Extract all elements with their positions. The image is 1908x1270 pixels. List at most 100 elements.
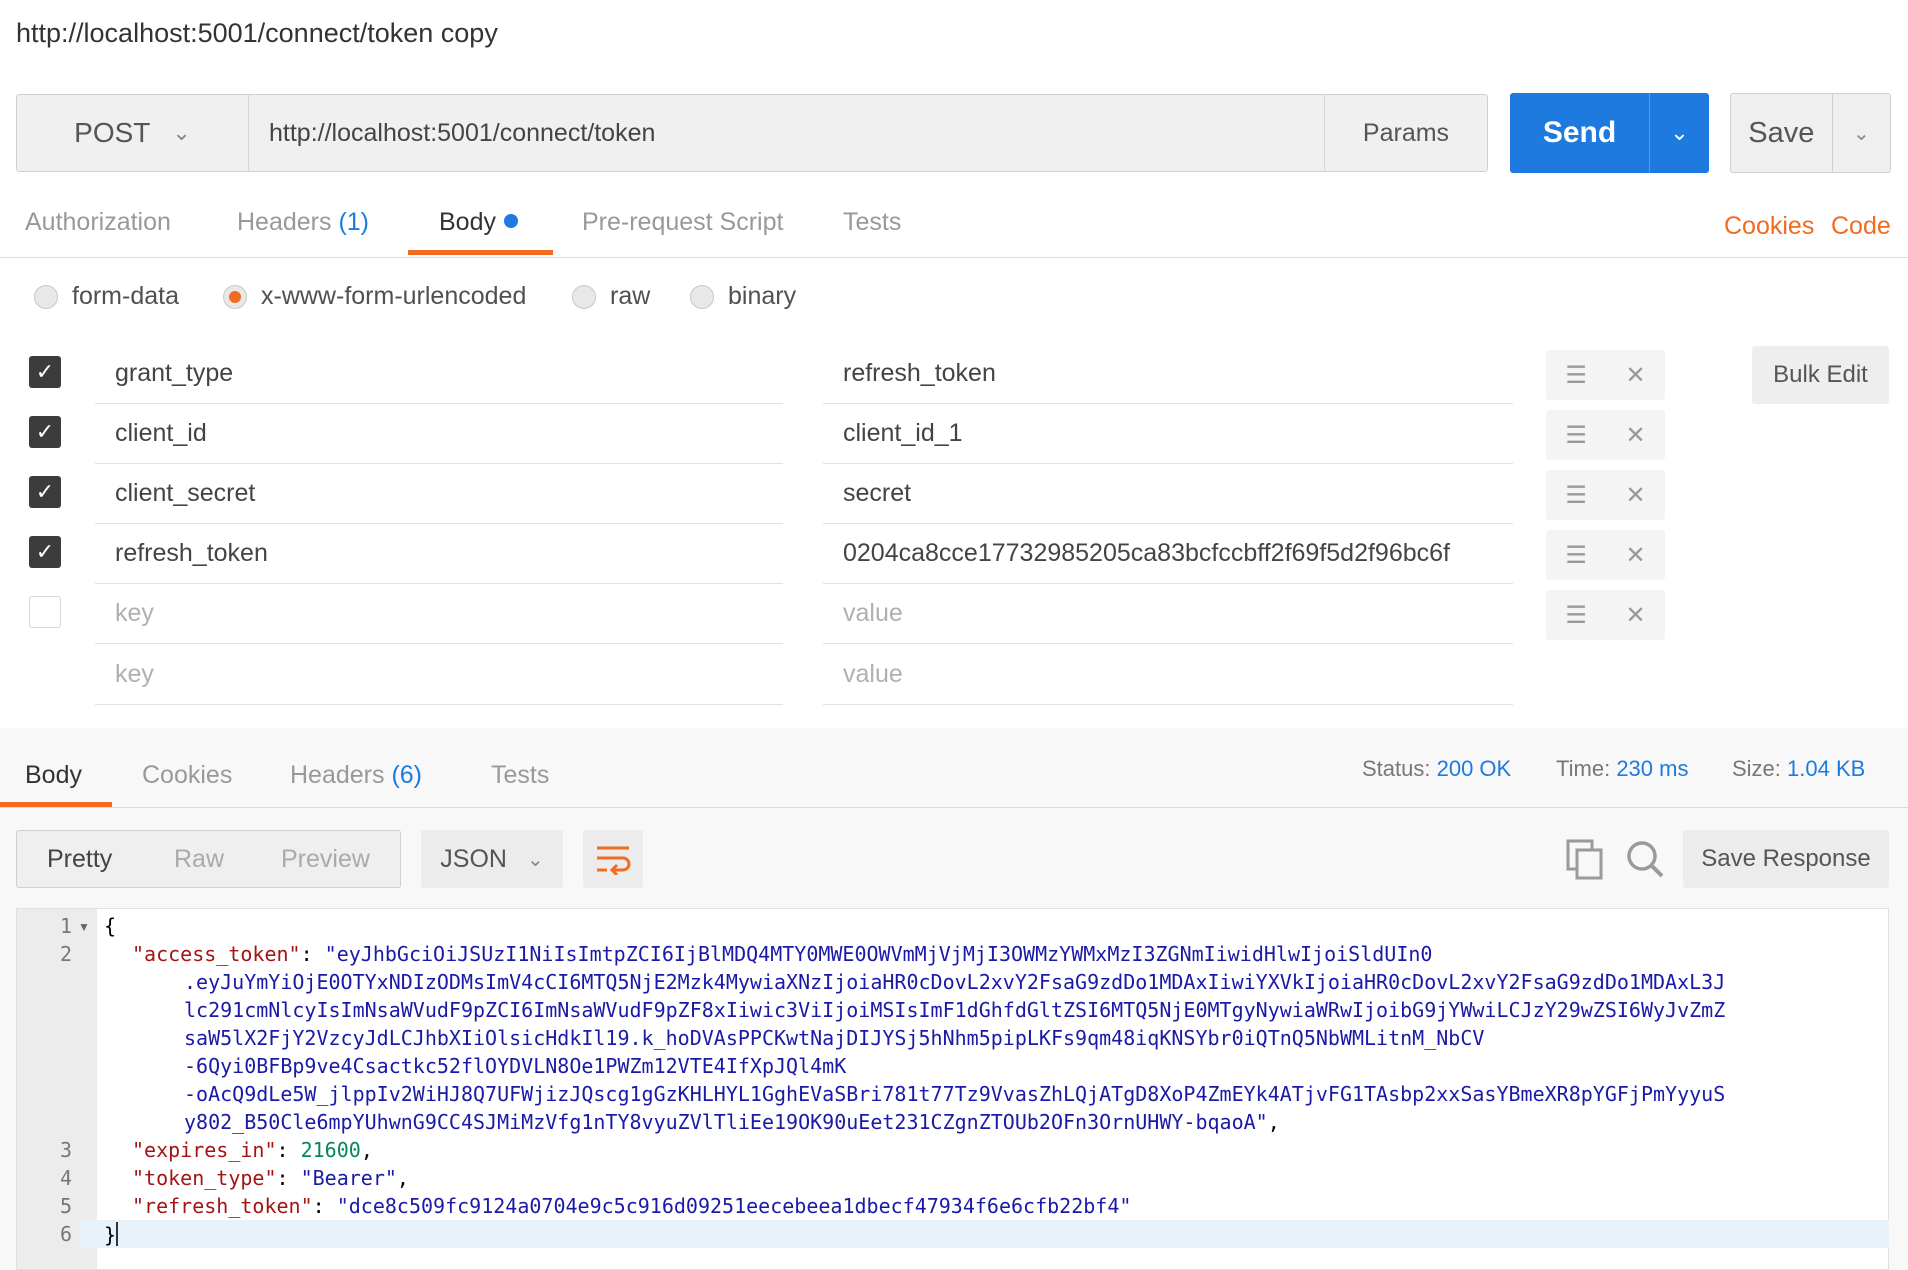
- view-raw[interactable]: Raw: [174, 845, 224, 874]
- active-tab-indicator: [0, 802, 112, 807]
- time-value: 230 ms: [1616, 756, 1689, 781]
- request-tabs: Authorization Headers (1) Body Pre-reque…: [0, 196, 1908, 258]
- method-select[interactable]: POST ⌄: [17, 95, 249, 171]
- cookies-link[interactable]: Cookies: [1724, 212, 1814, 241]
- tab-label: Tests: [843, 208, 902, 236]
- view-preview[interactable]: Preview: [281, 845, 370, 874]
- send-button[interactable]: Send: [1510, 93, 1649, 173]
- param-key-input[interactable]: client_secret: [95, 464, 783, 524]
- tab-body[interactable]: Body: [439, 208, 518, 237]
- param-key-input[interactable]: key: [95, 584, 783, 644]
- radio-form-data[interactable]: form-data: [34, 282, 179, 311]
- tab-prerequest-script[interactable]: Pre-request Script: [582, 208, 783, 237]
- active-tab-indicator: [408, 250, 553, 255]
- response-view-selector: Pretty Raw Preview: [16, 830, 401, 888]
- param-value-input[interactable]: refresh_token: [823, 344, 1513, 404]
- param-key-input[interactable]: grant_type: [95, 344, 783, 404]
- headers-count-badge: (1): [338, 208, 370, 236]
- param-row-empty: key value ☰ ✕: [0, 584, 1908, 644]
- tab-label: Headers: [290, 761, 385, 789]
- param-row: ✓ client_id client_id_1 ☰ ✕: [0, 404, 1908, 464]
- save-dropdown-button[interactable]: ⌄: [1831, 94, 1890, 172]
- send-dropdown-button[interactable]: ⌄: [1649, 93, 1709, 173]
- close-icon[interactable]: ✕: [1626, 421, 1646, 450]
- close-icon[interactable]: ✕: [1626, 361, 1646, 390]
- radio-label: form-data: [72, 282, 179, 310]
- param-checkbox[interactable]: ✓: [29, 536, 61, 568]
- radio-raw[interactable]: raw: [572, 282, 650, 311]
- drag-handle-icon[interactable]: ☰: [1565, 481, 1587, 510]
- radio-binary[interactable]: binary: [690, 282, 796, 311]
- save-button[interactable]: Save: [1731, 94, 1832, 172]
- close-icon[interactable]: ✕: [1626, 601, 1646, 630]
- code-line: "expires_in": 21600,: [132, 1138, 373, 1162]
- drag-handle-icon[interactable]: ☰: [1565, 601, 1587, 630]
- param-key-input[interactable]: refresh_token: [95, 524, 783, 584]
- chevron-down-icon: ⌄: [1670, 120, 1689, 145]
- param-value-input[interactable]: value: [823, 584, 1513, 644]
- param-checkbox[interactable]: [29, 596, 61, 628]
- drag-handle-icon[interactable]: ☰: [1565, 421, 1587, 450]
- tab-headers[interactable]: Headers (1): [237, 208, 369, 237]
- radio-icon: [690, 284, 714, 309]
- wrap-lines-button[interactable]: [583, 830, 643, 888]
- radio-icon: [34, 284, 58, 309]
- param-checkbox[interactable]: ✓: [29, 356, 61, 388]
- format-label: JSON: [440, 844, 507, 873]
- param-key-input[interactable]: client_id: [95, 404, 783, 464]
- close-icon[interactable]: ✕: [1626, 541, 1646, 570]
- param-checkbox[interactable]: ✓: [29, 416, 61, 448]
- tab-authorization[interactable]: Authorization: [25, 208, 171, 237]
- response-tab-body[interactable]: Body: [25, 761, 82, 790]
- code-line-wrap: .eyJuYmYiOjE0OTYxNDIzODMsImV4cCI6MTQ5NjE…: [184, 970, 1725, 994]
- code-link[interactable]: Code: [1831, 212, 1891, 241]
- response-tab-headers[interactable]: Headers (6): [290, 761, 422, 790]
- format-select[interactable]: JSON ⌄: [421, 830, 563, 888]
- response-tab-cookies[interactable]: Cookies: [142, 761, 232, 790]
- param-key-input[interactable]: key: [95, 645, 783, 705]
- bulk-edit-button[interactable]: Bulk Edit: [1752, 346, 1889, 404]
- param-value-input[interactable]: 0204ca8cce17732985205ca83bcfccbff2f69f5d…: [823, 524, 1513, 584]
- view-pretty[interactable]: Pretty: [47, 845, 112, 874]
- time-label: Time:: [1556, 756, 1611, 781]
- drag-handle-icon[interactable]: ☰: [1565, 361, 1587, 390]
- code-line-wrap: lc291cmNlcyIsImNsaWVudF9pZCI6ImNsaWVudF9…: [184, 998, 1725, 1022]
- current-line-highlight: [80, 1220, 1889, 1248]
- json-string: saW5lX2FjY2VzcyJdLCJhbXIiOlsicHdkIl19.k_…: [184, 1026, 1485, 1050]
- json-string: "eyJhbGciOiJSUzI1NiIsImtpZCI6IjBlMDQ4MTY…: [324, 942, 1433, 966]
- code-line-wrap: saW5lX2FjY2VzcyJdLCJhbXIiOlsicHdkIl19.k_…: [184, 1026, 1484, 1050]
- param-value-input[interactable]: secret: [823, 464, 1513, 524]
- search-icon[interactable]: [1624, 838, 1666, 885]
- copy-icon[interactable]: [1565, 838, 1605, 885]
- response-tab-tests[interactable]: Tests: [491, 761, 549, 790]
- close-icon[interactable]: ✕: [1626, 481, 1646, 510]
- modified-dot-icon: [503, 214, 518, 228]
- radio-label: binary: [728, 282, 797, 310]
- save-response-button[interactable]: Save Response: [1683, 830, 1889, 888]
- json-key: "expires_in": [132, 1138, 277, 1162]
- drag-handle-icon[interactable]: ☰: [1565, 541, 1587, 570]
- param-value-input[interactable]: value: [823, 645, 1513, 705]
- param-actions: ☰ ✕: [1546, 410, 1665, 460]
- tab-tests[interactable]: Tests: [843, 208, 901, 237]
- param-value-input[interactable]: client_id_1: [823, 404, 1513, 464]
- params-button[interactable]: Params: [1324, 95, 1487, 171]
- fold-arrow-icon[interactable]: ▼: [78, 920, 90, 934]
- method-label: POST: [74, 117, 151, 148]
- status-readout: Status: 200 OK: [1362, 756, 1511, 782]
- code-line: {: [104, 914, 116, 938]
- save-button-group: Save ⌄: [1730, 93, 1891, 173]
- code-line: }: [104, 1222, 119, 1247]
- line-number: 2: [59, 942, 72, 966]
- param-checkbox[interactable]: ✓: [29, 476, 61, 508]
- param-actions: ☰ ✕: [1546, 350, 1665, 400]
- radio-label: raw: [610, 282, 651, 310]
- url-input[interactable]: [249, 95, 1324, 171]
- radio-x-www-form-urlencoded[interactable]: x-www-form-urlencoded: [223, 282, 526, 311]
- json-string: "dce8c509fc9124a0704e9c5c916d09251eecebe…: [336, 1194, 1132, 1218]
- param-actions: ☰ ✕: [1546, 530, 1665, 580]
- param-actions: ☰ ✕: [1546, 470, 1665, 520]
- code-line-wrap: y802_B50Cle6mpYUhwnG9CC4SJMiMzVfg1nTY8vy…: [184, 1110, 1280, 1134]
- text-caret: [116, 1222, 119, 1246]
- send-button-group: Send ⌄: [1510, 93, 1709, 173]
